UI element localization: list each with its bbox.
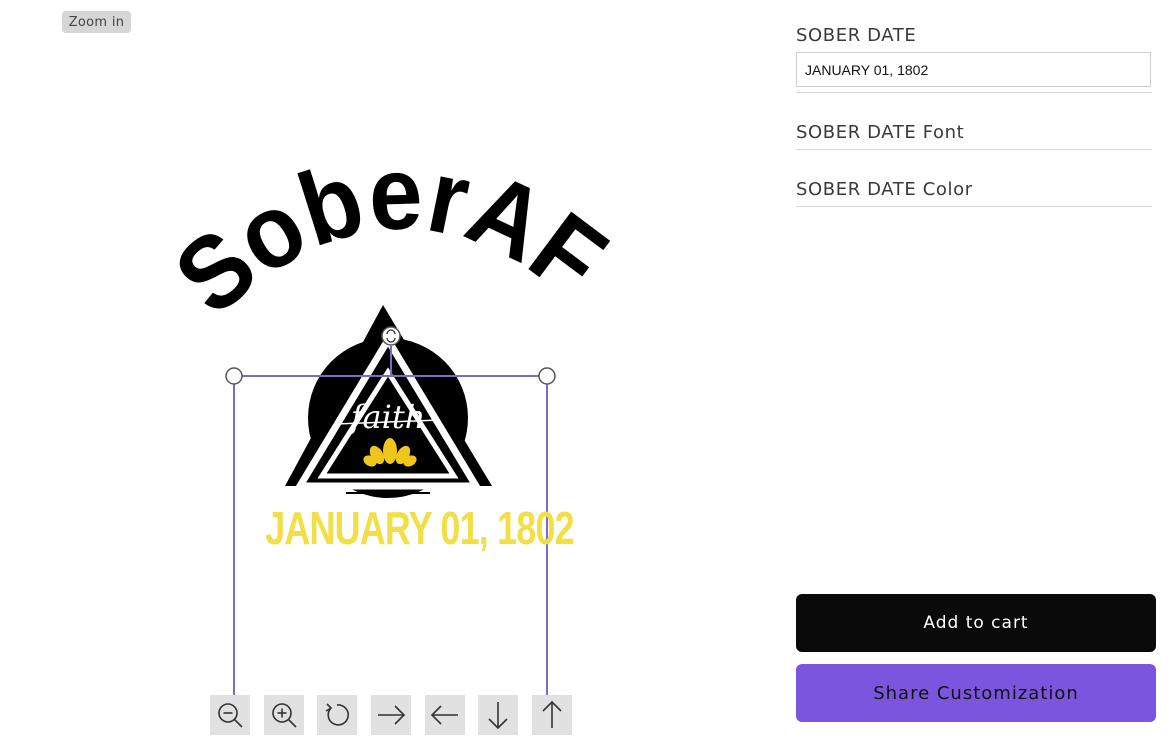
- move-right-button[interactable]: [371, 695, 411, 735]
- sober-date-input[interactable]: [796, 52, 1151, 87]
- arrow-left-icon: [430, 705, 458, 725]
- zoom-in-icon: [272, 703, 297, 728]
- design-canvas: Zoom in SoberAF faith JANUARY 01, 1802: [0, 0, 780, 749]
- arrow-right-icon: [378, 705, 406, 725]
- headline-text[interactable]: SoberAF: [154, 135, 626, 337]
- sober-date-label: SOBER DATE: [796, 25, 917, 46]
- divider: [796, 206, 1152, 207]
- move-up-button[interactable]: [532, 695, 572, 735]
- rotate-icon: [325, 703, 349, 726]
- share-customization-button[interactable]: Share Customization: [796, 664, 1156, 722]
- sober-date-text[interactable]: JANUARY 01, 1802: [265, 500, 574, 556]
- resize-handle-top-left[interactable]: [225, 367, 243, 385]
- arrow-down-icon: [488, 702, 508, 730]
- zoom-out-button[interactable]: [210, 695, 250, 735]
- sober-date-color-toggle[interactable]: SOBER DATE Color: [796, 179, 973, 200]
- divider: [796, 92, 1152, 93]
- divider: [796, 149, 1152, 150]
- zoom-out-icon: [218, 703, 243, 728]
- arrow-up-icon: [542, 700, 562, 728]
- faith-word: faith: [349, 398, 426, 436]
- sober-date-font-toggle[interactable]: SOBER DATE Font: [796, 122, 964, 143]
- add-to-cart-button[interactable]: Add to cart: [796, 594, 1156, 652]
- design-artwork: SoberAF faith: [154, 135, 626, 700]
- rotate-handle-icon[interactable]: [381, 326, 401, 346]
- rotate-button[interactable]: [317, 695, 357, 735]
- move-down-button[interactable]: [478, 695, 518, 735]
- move-left-button[interactable]: [425, 695, 465, 735]
- zoom-in-button[interactable]: [264, 695, 304, 735]
- resize-handle-top-right[interactable]: [538, 367, 556, 385]
